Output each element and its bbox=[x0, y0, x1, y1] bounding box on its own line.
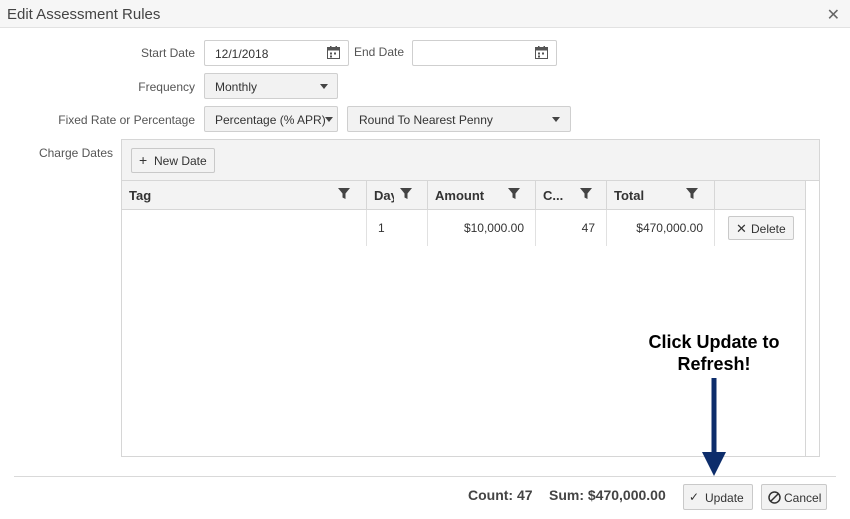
column-header-count[interactable]: C... bbox=[536, 181, 607, 210]
cell-actions: ✕ Delete bbox=[715, 210, 805, 246]
cell-total: $470,000.00 bbox=[607, 210, 715, 246]
new-date-button[interactable]: + New Date bbox=[131, 148, 215, 173]
start-date-value: 12/1/2018 bbox=[215, 47, 269, 61]
frequency-select[interactable]: Monthly bbox=[204, 73, 338, 99]
cancel-button[interactable]: Cancel bbox=[761, 484, 827, 510]
hint-line-2: Refresh! bbox=[677, 354, 751, 374]
column-header-amount[interactable]: Amount bbox=[428, 181, 536, 210]
dialog-titlebar: Edit Assessment Rules ✕ bbox=[0, 0, 850, 28]
table-row[interactable]: 1 $10,000.00 47 $470,000.00 ✕ Delete bbox=[122, 210, 805, 246]
dialog-title: Edit Assessment Rules bbox=[7, 6, 161, 23]
sum-summary: Sum: $470,000.00 bbox=[549, 487, 666, 503]
column-title: C... bbox=[543, 188, 564, 203]
update-label: Update bbox=[705, 491, 744, 505]
cancel-label: Cancel bbox=[784, 491, 822, 505]
day-value: 1 bbox=[378, 221, 385, 235]
cell-day: 1 bbox=[367, 210, 428, 246]
end-date-label: End Date bbox=[354, 45, 405, 59]
column-header-total[interactable]: Total bbox=[607, 181, 715, 210]
grid-scrollbar[interactable] bbox=[805, 181, 819, 456]
total-value: $470,000.00 bbox=[636, 221, 703, 235]
count-value: 47 bbox=[581, 221, 595, 235]
close-icon[interactable]: ✕ bbox=[827, 5, 840, 25]
cell-tag bbox=[122, 210, 367, 246]
update-button[interactable]: ✓ Update bbox=[683, 484, 753, 510]
column-title: Total bbox=[614, 188, 645, 203]
count-summary: Count: 47 bbox=[468, 487, 533, 503]
filter-icon[interactable] bbox=[508, 188, 520, 200]
calendar-icon[interactable] bbox=[327, 46, 340, 59]
filter-icon[interactable] bbox=[580, 188, 592, 200]
column-title: Tag bbox=[129, 188, 152, 203]
chevron-down-icon bbox=[320, 84, 328, 89]
column-header-actions bbox=[715, 181, 806, 210]
grid-toolbar: + New Date bbox=[122, 140, 819, 181]
cell-amount: $10,000.00 bbox=[428, 210, 536, 246]
chevron-down-icon bbox=[552, 117, 560, 122]
calendar-icon[interactable] bbox=[535, 46, 548, 59]
frequency-label: Frequency bbox=[138, 80, 195, 94]
filter-icon[interactable] bbox=[400, 188, 412, 200]
cancel-icon bbox=[768, 491, 781, 504]
cell-count: 47 bbox=[536, 210, 607, 246]
amount-value: $10,000.00 bbox=[463, 221, 524, 235]
chevron-down-icon bbox=[325, 117, 333, 122]
grid-header: Tag Day Amount C... Total bbox=[122, 181, 819, 210]
filter-icon[interactable] bbox=[338, 188, 350, 200]
column-title: Amount bbox=[435, 188, 485, 203]
start-date-label: Start Date bbox=[140, 46, 195, 60]
frequency-value: Monthly bbox=[215, 80, 258, 94]
rate-label: Fixed Rate or Percentage bbox=[58, 113, 195, 127]
start-date-field[interactable]: 12/1/2018 bbox=[204, 40, 349, 66]
rate-value: Percentage (% APR) bbox=[215, 113, 325, 127]
check-icon: ✓ bbox=[689, 490, 700, 504]
end-date-field[interactable] bbox=[412, 40, 557, 66]
column-title: Day bbox=[374, 188, 394, 203]
close-icon: ✕ bbox=[736, 221, 747, 236]
delete-label: Delete bbox=[751, 222, 786, 236]
charge-dates-label: Charge Dates bbox=[38, 146, 113, 160]
footer-divider bbox=[14, 476, 836, 477]
update-hint-callout: Click Update to Refresh! bbox=[628, 331, 800, 375]
rounding-value: Round To Nearest Penny bbox=[359, 113, 493, 127]
column-header-day[interactable]: Day bbox=[367, 181, 428, 210]
column-header-tag[interactable]: Tag bbox=[122, 181, 367, 210]
down-arrow-icon bbox=[702, 378, 726, 476]
plus-icon: + bbox=[139, 152, 148, 168]
filter-icon[interactable] bbox=[686, 188, 698, 200]
rate-select[interactable]: Percentage (% APR) bbox=[204, 106, 338, 132]
hint-line-1: Click Update to bbox=[648, 332, 780, 352]
new-date-label: New Date bbox=[154, 154, 207, 168]
rounding-select[interactable]: Round To Nearest Penny bbox=[347, 106, 571, 132]
delete-button[interactable]: ✕ Delete bbox=[728, 216, 794, 240]
